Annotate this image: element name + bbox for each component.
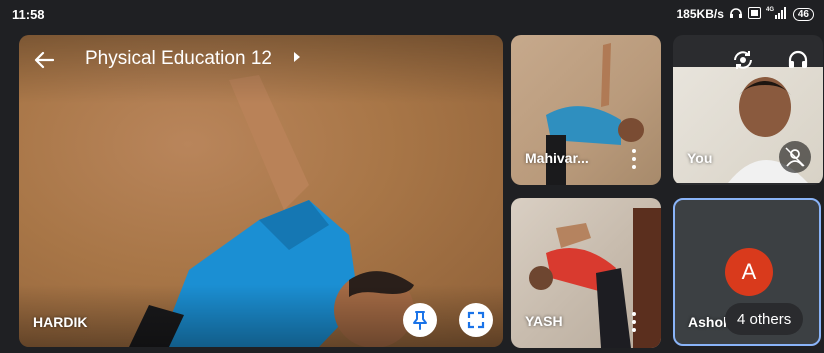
audio-output-button[interactable] — [782, 44, 814, 76]
more-options-icon[interactable] — [631, 149, 637, 169]
participant-name-yash: YASH — [525, 313, 563, 329]
status-bar: 11:58 185KB/s 4G 46 — [0, 0, 824, 30]
others-count-badge[interactable]: 4 others — [725, 303, 804, 335]
avatar-letter: A — [741, 259, 757, 284]
battery-level: 46 — [797, 8, 809, 20]
headphones-icon — [788, 50, 808, 68]
headphones-icon — [729, 7, 743, 22]
participant-name-mahivar: Mahivar... — [525, 150, 589, 166]
pin-button[interactable] — [403, 303, 437, 337]
more-options-icon[interactable] — [631, 312, 637, 332]
back-button[interactable] — [29, 47, 59, 73]
meeting-title[interactable]: Physical Education 12 — [85, 48, 272, 70]
pin-icon — [413, 311, 427, 330]
overflow-participants-tile[interactable]: A Ashok 4 others — [673, 198, 821, 346]
video-overlay-shade — [19, 35, 503, 347]
signal-icon: 4G — [766, 6, 788, 22]
volte-icon — [747, 6, 761, 22]
status-time: 11:58 — [12, 7, 45, 22]
participant-name-self: You — [687, 150, 713, 166]
self-view-tile[interactable]: You — [673, 35, 823, 185]
background-effects-icon — [785, 147, 805, 167]
arrow-left-icon — [34, 51, 54, 69]
network-type-label: 4G — [766, 7, 774, 13]
switch-camera-icon — [734, 51, 752, 69]
fullscreen-button[interactable] — [459, 303, 493, 337]
fullscreen-icon — [467, 311, 485, 329]
switch-camera-button[interactable] — [727, 44, 759, 76]
main-video-tile[interactable]: Physical Education 12 HARDIK — [19, 35, 503, 347]
others-label: 4 others — [737, 310, 792, 328]
network-speed: 185KB/s — [676, 7, 724, 21]
caret-right-icon[interactable] — [294, 52, 300, 62]
participant-name-main: HARDIK — [33, 314, 88, 330]
status-indicators: 185KB/s 4G 46 — [676, 6, 814, 22]
video-tile-yash[interactable]: YASH — [511, 198, 661, 348]
effects-button[interactable] — [779, 141, 811, 173]
battery-icon: 46 — [792, 7, 814, 21]
avatar: A — [725, 248, 773, 296]
video-tile-mahivar[interactable]: Mahivar... — [511, 35, 661, 185]
